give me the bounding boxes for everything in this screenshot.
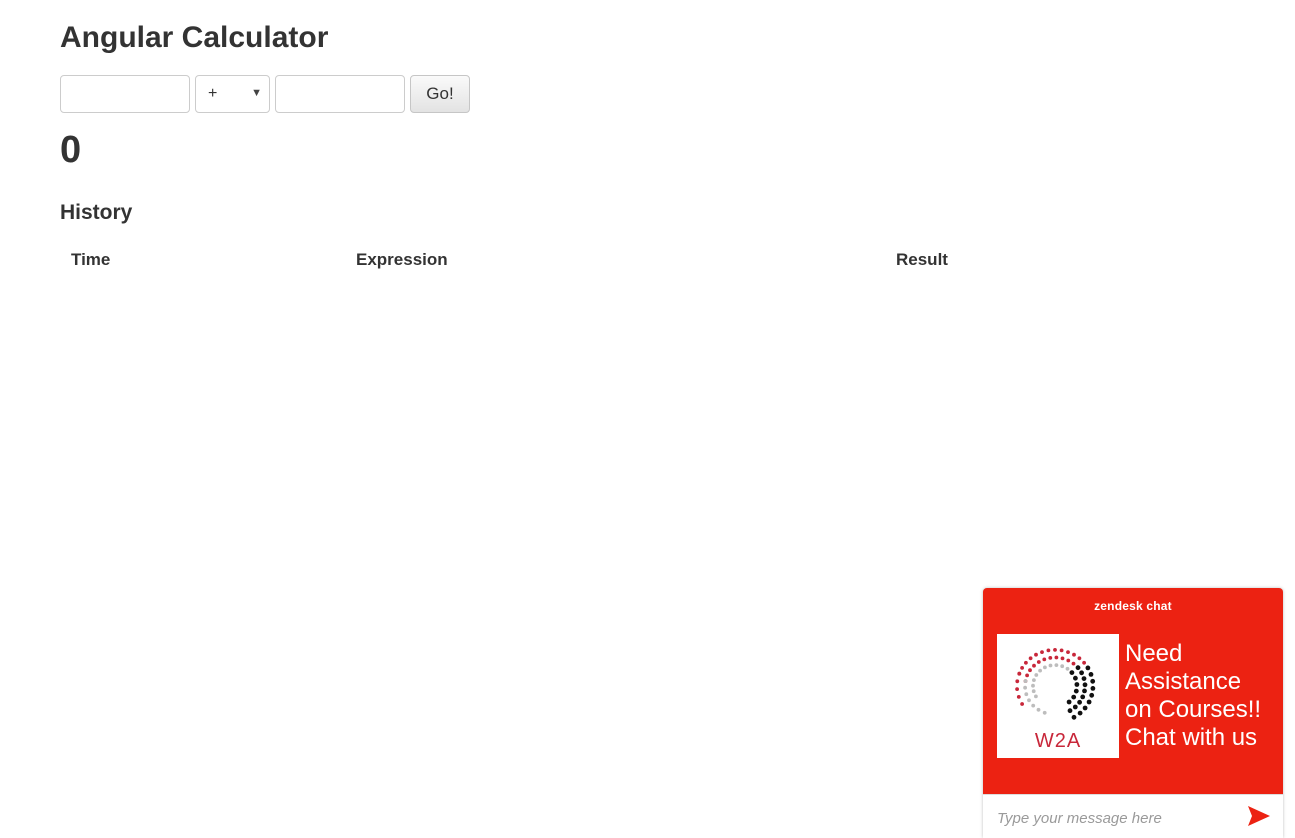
logo-dot: [1090, 686, 1096, 691]
logo-dot: [1077, 710, 1083, 716]
logo-dot: [1023, 679, 1028, 683]
logo-dot: [1053, 648, 1057, 652]
logo-dot: [1090, 678, 1096, 684]
logo-dot: [1032, 663, 1036, 668]
chat-greeting-line: on Courses!!: [1125, 696, 1262, 723]
logo-dot: [1043, 665, 1047, 670]
chat-brand: zendesk chat: [1094, 599, 1172, 613]
logo-dot: [1081, 676, 1087, 681]
logo-dot: [1028, 668, 1032, 673]
logo-dot: [1020, 666, 1024, 670]
operator-selected-value: +: [208, 85, 218, 102]
logo-dot: [1089, 692, 1095, 698]
chat-greeting-line: Need: [1125, 640, 1183, 667]
logo-dot: [1024, 660, 1028, 665]
page-title: Angular Calculator: [60, 21, 329, 54]
logo-dot: [1071, 714, 1077, 720]
logo-dot: [1088, 672, 1094, 677]
logo-dot: [1066, 699, 1072, 705]
logo-dot: [1077, 656, 1082, 661]
logo-dot: [1034, 673, 1039, 677]
logo-dot: [1042, 710, 1047, 715]
logo-dot: [1082, 660, 1086, 665]
logo-dot: [1040, 650, 1044, 654]
logo-dot: [1077, 699, 1082, 705]
column-header-result: Result: [896, 250, 948, 269]
chat-input-bar: [983, 794, 1283, 838]
logo-dot: [1015, 687, 1019, 691]
chat-greeting-line: Chat with us: [1125, 724, 1258, 751]
logo-dot: [1020, 702, 1024, 706]
logo-dot: [1060, 664, 1065, 669]
logo-dot: [1072, 652, 1076, 657]
logo-dot: [1086, 699, 1092, 705]
second-operand-input[interactable]: [275, 75, 405, 113]
logo-dot: [1031, 703, 1036, 708]
logo-dot: [1085, 665, 1091, 671]
logo-dot: [1073, 688, 1079, 694]
first-operand-input[interactable]: [60, 75, 190, 113]
logo-dot: [1036, 660, 1041, 664]
logo-dot: [1066, 650, 1070, 654]
logo-dot: [1046, 648, 1051, 653]
logo-dot: [1031, 683, 1035, 688]
logo-dot: [1066, 658, 1071, 663]
logo-dot: [1038, 668, 1042, 673]
logo-dot: [1016, 695, 1021, 699]
logo-dot: [1073, 675, 1078, 681]
column-header-time: Time: [71, 250, 111, 269]
logo-dot: [1069, 670, 1075, 675]
history-title: History: [60, 201, 133, 224]
logo-dot: [1031, 689, 1036, 694]
logo-dot: [1054, 663, 1059, 667]
chat-message-input[interactable]: [995, 805, 1239, 831]
logo-dot: [1034, 652, 1038, 657]
logo-dot: [1074, 682, 1080, 687]
page: Angular Calculator + ▼ Go! 0 History Tim…: [0, 0, 1295, 838]
logo-dot: [1032, 678, 1036, 682]
logo-dot: [1054, 655, 1059, 660]
calculator-form: + ▼ Go!: [60, 75, 470, 113]
chat-widget[interactable]: zendesk chat W2A Need Assistance on Cour…: [983, 588, 1283, 838]
logo-dot: [1075, 665, 1081, 671]
logo-dot: [1059, 648, 1064, 653]
logo-dot: [1082, 705, 1088, 711]
logo-dot: [1082, 682, 1088, 688]
logo-dot: [1028, 656, 1033, 661]
logo-dot: [1071, 694, 1077, 700]
chat-greeting: Need Assistance on Courses!! Chat with u…: [1125, 640, 1281, 752]
chat-greeting-line: Assistance: [1125, 668, 1242, 695]
logo-dot: [1072, 704, 1078, 710]
go-button[interactable]: Go!: [410, 75, 470, 113]
logo-dot: [1071, 661, 1076, 666]
logo-dot: [1067, 708, 1073, 714]
logo-dot: [1036, 707, 1041, 712]
logo-dot: [1080, 694, 1086, 700]
send-icon[interactable]: [1247, 805, 1271, 827]
w2a-logo-graphic: W2A: [1015, 648, 1096, 752]
chevron-down-icon: ▼: [251, 87, 262, 99]
logo-dot: [1025, 673, 1029, 678]
history-table: Time Expression Result: [60, 245, 1235, 275]
logo-wordmark: W2A: [1035, 730, 1081, 752]
logo-dot: [1048, 663, 1053, 668]
logo-dot: [1034, 694, 1038, 699]
result-value: 0: [60, 129, 82, 171]
operator-select[interactable]: + ▼: [195, 75, 270, 113]
column-header-expression: Expression: [356, 250, 448, 269]
logo-dot: [1060, 656, 1065, 661]
history-header-row: Time Expression Result: [60, 245, 1235, 275]
logo-dot: [1082, 688, 1087, 694]
logo-dot: [1042, 657, 1047, 662]
logo-dot: [1027, 698, 1031, 703]
logo-dot: [1023, 685, 1027, 690]
logo-dot: [1079, 670, 1084, 676]
logo-dot: [1024, 692, 1029, 697]
logo-dot: [1048, 656, 1053, 660]
logo-dot: [1015, 679, 1020, 684]
logo-dot: [1065, 666, 1070, 671]
w2a-logo: W2A: [997, 634, 1119, 758]
logo-dot: [1017, 671, 1022, 676]
